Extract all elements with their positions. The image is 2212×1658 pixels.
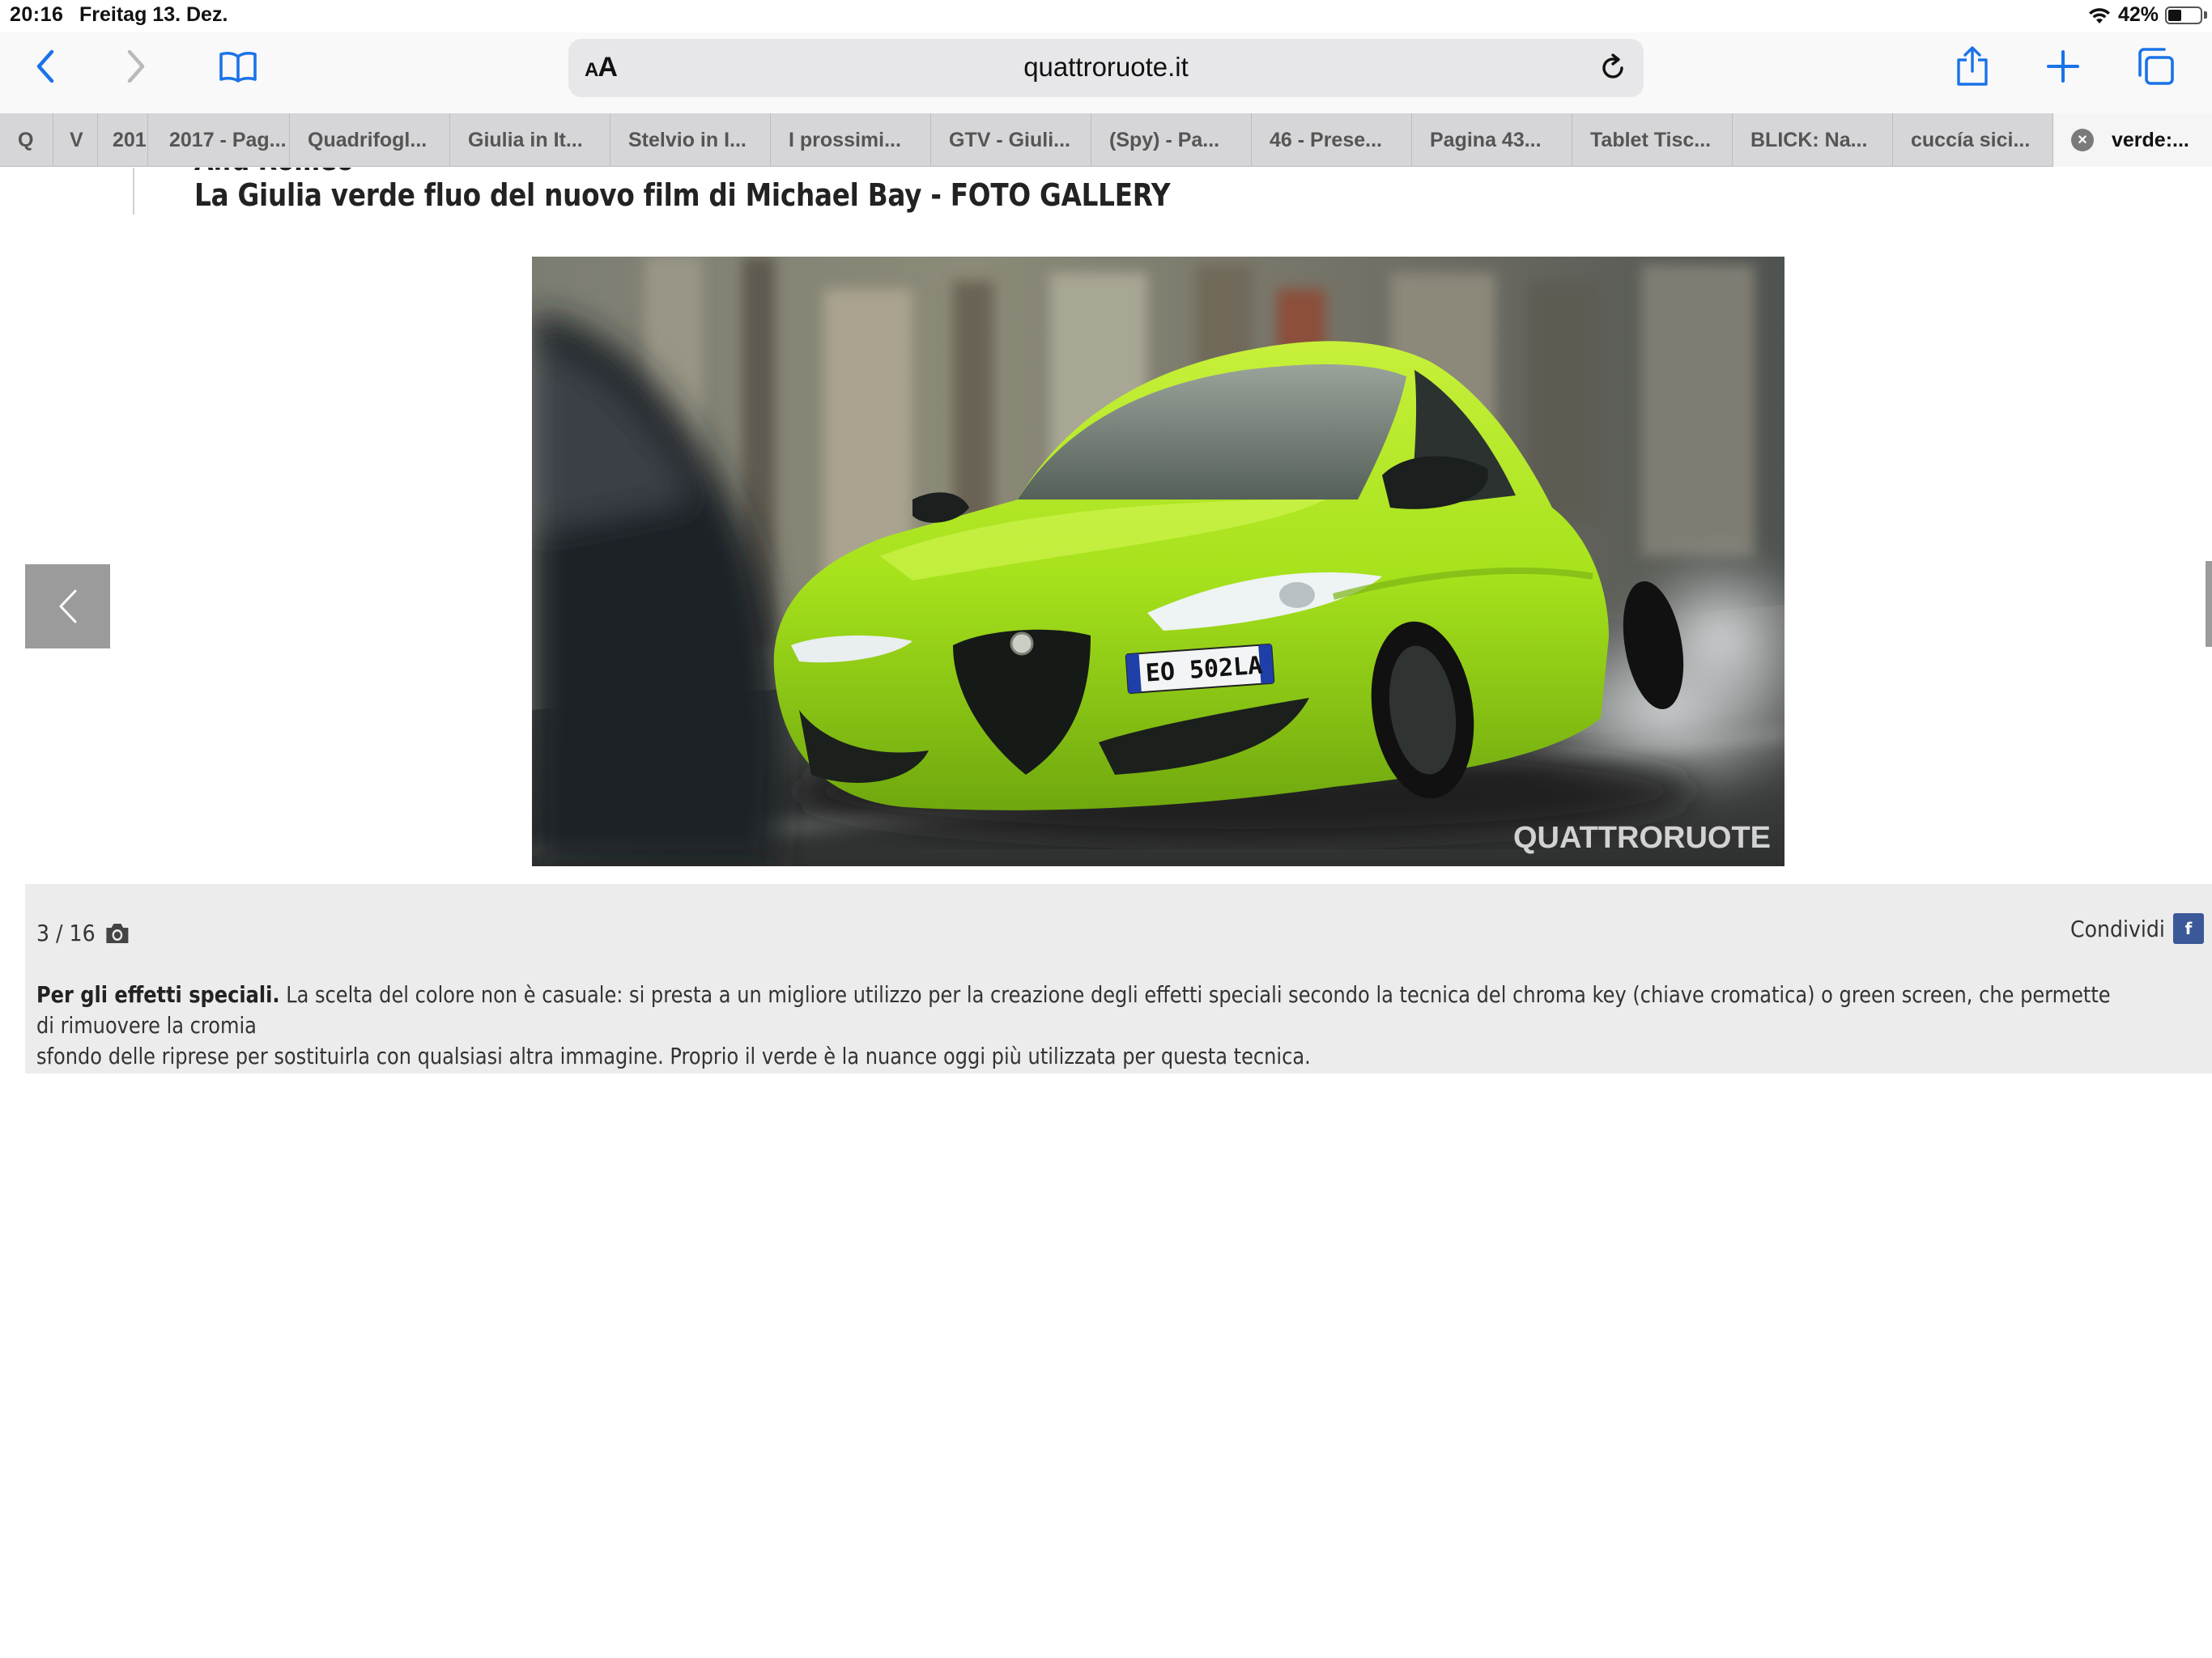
- tab-item-active[interactable]: × verde:...: [2053, 113, 2212, 167]
- share-label: Condividi: [2070, 915, 2165, 942]
- bookmarks-button[interactable]: [204, 32, 272, 100]
- new-tab-button[interactable]: [2029, 32, 2097, 100]
- tab-label: GTV - Giuli...: [949, 128, 1070, 151]
- tab-item[interactable]: Tablet Tisc...: [1572, 113, 1733, 167]
- share-icon: [1957, 46, 1988, 86]
- tab-item[interactable]: BLICK: Na...: [1733, 113, 1893, 167]
- tab-strip: Q V 201 2017 - Pag... Quadrifogl... Giul…: [0, 113, 2212, 167]
- gallery-next-button[interactable]: [2206, 561, 2212, 647]
- tab-item[interactable]: cuccía sici...: [1893, 113, 2053, 167]
- battery-nub: [2204, 11, 2207, 19]
- tab-label: 201: [113, 128, 147, 151]
- tab-label: Stelvio in I...: [628, 128, 747, 151]
- tab-item[interactable]: 46 - Prese...: [1252, 113, 1412, 167]
- tab-item[interactable]: V: [53, 113, 98, 167]
- gallery-photo[interactable]: EO 502LA QUATTRORUOTE: [532, 257, 1784, 866]
- photo-counter: 3 / 16: [36, 920, 96, 946]
- plus-icon: [2047, 50, 2079, 83]
- tab-close-button[interactable]: ×: [2071, 129, 2094, 151]
- reload-icon[interactable]: [1597, 52, 1629, 84]
- tab-label: cuccía sici...: [1911, 128, 2031, 151]
- tab-label: BLICK: Na...: [1750, 128, 1868, 151]
- tab-label: V: [70, 128, 83, 151]
- article-kicker[interactable]: Alfa Romeo: [194, 168, 354, 177]
- status-bar: 20:16 Freitag 13. Dez. 42%: [0, 0, 2212, 32]
- tabs-overview-button[interactable]: [2121, 32, 2189, 100]
- tab-label: I prossimi...: [789, 128, 901, 151]
- book-icon: [219, 51, 257, 83]
- url-text[interactable]: quattroruote.it: [568, 52, 1644, 83]
- caption-line-1: La scelta del colore non è casuale: si p…: [36, 981, 2111, 1039]
- tab-item[interactable]: Q: [0, 113, 53, 167]
- tab-item[interactable]: 201: [98, 113, 148, 167]
- tab-label: Tablet Tisc...: [1590, 128, 1712, 151]
- address-bar[interactable]: AA quattroruote.it: [568, 39, 1644, 97]
- caption-text: Per gli effetti speciali. La scelta del …: [36, 980, 2125, 1072]
- tabs-icon: [2138, 48, 2174, 85]
- web-page: Alfa Romeo La Giulia verde fluo del nuov…: [0, 168, 2212, 1658]
- back-button[interactable]: [11, 32, 79, 100]
- tab-label: 46 - Prese...: [1270, 128, 1382, 151]
- forward-button[interactable]: [102, 32, 170, 100]
- tab-item[interactable]: (Spy) - Pa...: [1091, 113, 1252, 167]
- tab-item[interactable]: Quadrifogl...: [290, 113, 450, 167]
- divider: [133, 168, 134, 215]
- status-indicators: 42%: [2087, 3, 2207, 27]
- tab-item[interactable]: I prossimi...: [771, 113, 931, 167]
- tab-item[interactable]: Giulia in It...: [450, 113, 610, 167]
- tab-label: 2017 - Pag...: [169, 128, 287, 151]
- battery-icon: [2165, 6, 2202, 24]
- share-area: Condividi f: [2060, 913, 2204, 944]
- tab-item[interactable]: Stelvio in I...: [610, 113, 771, 167]
- tab-item[interactable]: GTV - Giuli...: [931, 113, 1091, 167]
- tab-label: Q: [18, 128, 34, 151]
- tab-item[interactable]: Pagina 43...: [1412, 113, 1572, 167]
- wifi-icon: [2088, 7, 2110, 23]
- tab-label: (Spy) - Pa...: [1109, 128, 1220, 151]
- share-button[interactable]: [1938, 32, 2006, 100]
- tab-label: Quadrifogl...: [308, 128, 428, 151]
- battery-percent: 42%: [2117, 3, 2159, 26]
- caption-bold: Per gli effetti speciali.: [36, 981, 280, 1008]
- chevron-left-icon: [36, 49, 54, 83]
- gallery-prev-button[interactable]: [25, 564, 110, 648]
- facebook-share-button[interactable]: f: [2173, 913, 2204, 944]
- tab-label: verde:...: [2112, 128, 2189, 151]
- status-date: Freitag 13. Dez.: [79, 3, 228, 26]
- tab-label: Pagina 43...: [1430, 128, 1542, 151]
- browser-toolbar: AA quattroruote.it: [0, 32, 2212, 113]
- gallery-counter: 3 / 16: [36, 920, 130, 946]
- gallery-caption: 3 / 16 Condividi f Per gli effetti speci…: [25, 884, 2212, 1073]
- article-headline[interactable]: La Giulia verde fluo del nuovo film di M…: [194, 177, 1171, 213]
- camera-icon: [106, 923, 129, 943]
- status-time: 20:16: [10, 3, 64, 26]
- tab-item[interactable]: 2017 - Pag...: [148, 113, 290, 167]
- caption-line-2: sfondo delle riprese per sostituirla con…: [36, 1043, 1311, 1069]
- tab-label: Giulia in It...: [468, 128, 583, 151]
- image-watermark: QUATTRORUOTE: [1513, 821, 1771, 855]
- caption-line: Per gli effetti speciali. La scelta del …: [36, 980, 2125, 1041]
- chevron-right-icon: [127, 49, 145, 83]
- chevron-left-icon: [59, 589, 76, 623]
